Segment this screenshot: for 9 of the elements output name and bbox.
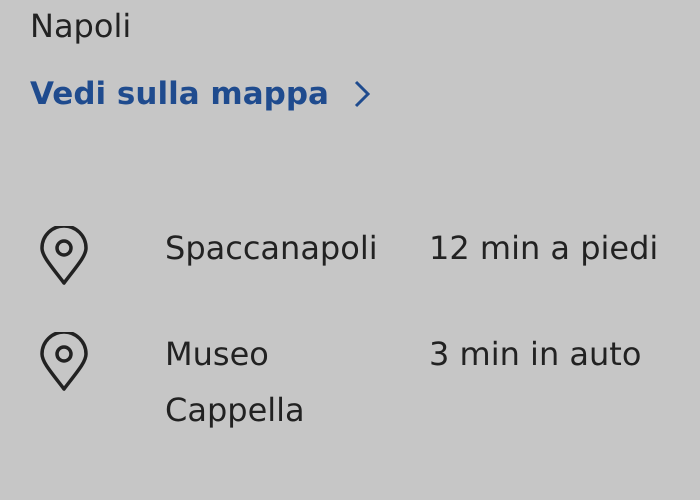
chevron-icon	[352, 79, 371, 109]
place-name: Museo Cappella	[165, 334, 306, 431]
place-name: Spaccanapoli	[165, 228, 379, 269]
map-link[interactable]: Vedi sulla mappa	[30, 76, 371, 112]
location-pin-icon	[39, 226, 89, 286]
travel-time: 12 min a piedi	[429, 228, 658, 269]
travel-time: 3 min in auto	[429, 334, 642, 375]
city-name: Napoli	[30, 6, 132, 47]
location-pin-icon	[39, 332, 89, 392]
